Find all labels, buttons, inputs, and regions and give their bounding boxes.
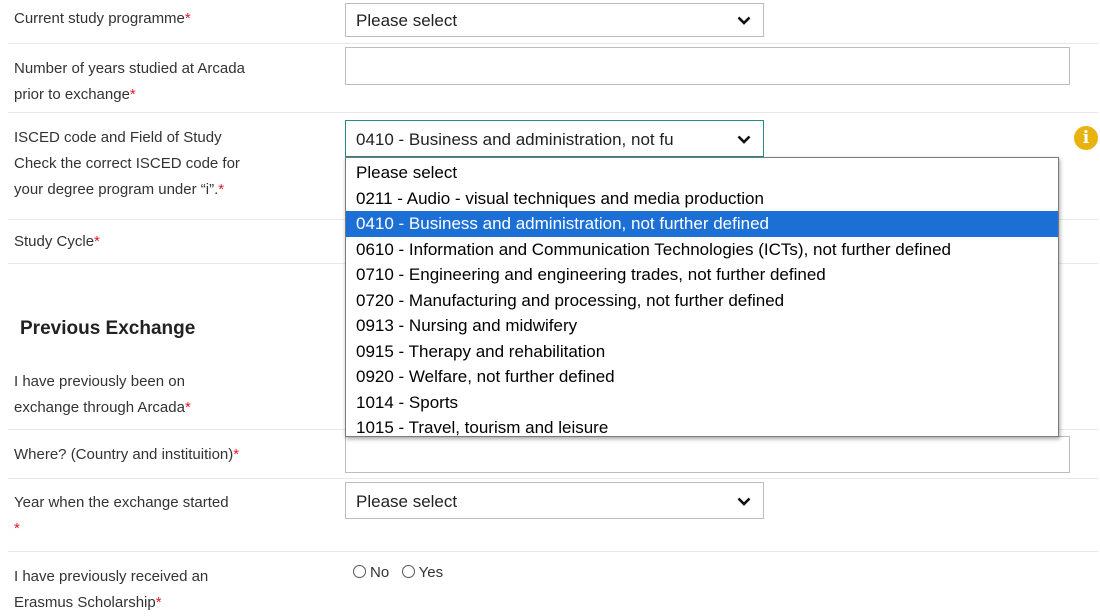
required-marker: * — [218, 181, 225, 198]
divider — [8, 478, 1098, 479]
year-started-select[interactable]: Please select — [345, 482, 764, 519]
years-studied-label: Number of years studied at Arcada prior … — [14, 60, 245, 103]
chevron-down-icon — [737, 497, 751, 506]
divider — [8, 43, 1098, 44]
dropdown-option[interactable]: 1015 - Travel, tourism and leisure — [346, 415, 1058, 441]
required-marker: * — [14, 520, 20, 537]
study-programme-select[interactable]: Please select — [345, 3, 764, 37]
dropdown-option[interactable]: 0913 - Nursing and midwifery — [346, 313, 1058, 339]
dropdown-option[interactable]: 0720 - Manufacturing and processing, not… — [346, 288, 1058, 314]
dropdown-option[interactable]: 0610 - Information and Communication Tec… — [346, 237, 1058, 263]
where-label: Where? (Country and instituition)* — [14, 446, 240, 463]
dropdown-option[interactable]: 0920 - Welfare, not further defined — [346, 364, 1058, 390]
where-input[interactable] — [345, 436, 1070, 473]
section-heading-previous-exchange: Previous Exchange — [20, 318, 196, 339]
years-studied-input[interactable] — [345, 47, 1070, 85]
required-marker: * — [94, 233, 100, 250]
study-programme-label: Current study programme* — [14, 10, 191, 27]
dropdown-option[interactable]: 0915 - Therapy and rehabilitation — [346, 339, 1058, 365]
isced-select[interactable]: 0410 - Business and administration, not … — [345, 120, 764, 157]
chevron-down-icon — [737, 16, 751, 25]
required-marker: * — [155, 594, 162, 611]
erasmus-radio-group: No Yes — [353, 564, 451, 582]
chevron-down-icon — [737, 135, 751, 144]
erasmus-label: I have previously received an Erasmus Sc… — [14, 568, 209, 611]
required-marker: * — [233, 446, 240, 463]
radio-no[interactable] — [353, 565, 366, 578]
isced-dropdown-list[interactable]: Please select 0211 - Audio - visual techn… — [345, 157, 1059, 437]
dropdown-option[interactable]: 1014 - Sports — [346, 390, 1058, 416]
dropdown-option[interactable]: 0211 - Audio - visual techniques and med… — [346, 186, 1058, 212]
radio-yes-label: Yes — [418, 564, 444, 581]
study-programme-select-value: Please select — [356, 11, 458, 30]
required-marker: * — [184, 399, 191, 416]
previous-exchange-label: I have previously been on exchange throu… — [14, 373, 191, 416]
year-started-label: Year when the exchange started * — [14, 490, 229, 542]
isced-select-value: 0410 - Business and administration, not … — [356, 130, 674, 149]
info-icon[interactable]: i — [1074, 126, 1098, 150]
divider — [8, 112, 1098, 113]
dropdown-option[interactable]: Please select — [346, 160, 1058, 186]
divider — [8, 551, 1098, 552]
radio-yes[interactable] — [401, 565, 415, 578]
dropdown-option[interactable]: 0410 - Business and administration, not … — [346, 211, 1058, 237]
isced-label: ISCED code and Field of Study Check the … — [14, 129, 240, 198]
radio-no-label: No — [370, 564, 390, 581]
required-marker: * — [184, 10, 191, 27]
year-started-select-value: Please select — [356, 492, 458, 511]
study-cycle-label: Study Cycle* — [14, 233, 100, 250]
required-marker: * — [129, 86, 136, 103]
dropdown-option[interactable]: 0710 - Engineering and engineering trade… — [346, 262, 1058, 288]
